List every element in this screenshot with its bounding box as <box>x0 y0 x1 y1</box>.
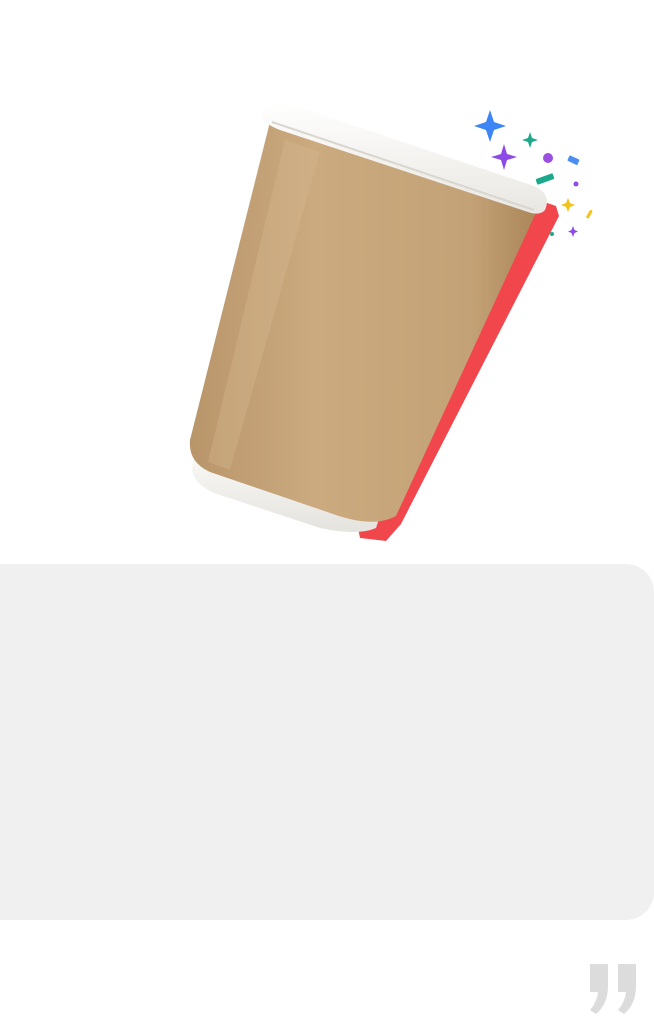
confetti-dot-purple <box>543 153 553 163</box>
page <box>0 0 654 1016</box>
hero-image <box>0 0 654 560</box>
confetti-star-green <box>522 132 538 148</box>
confetti-strip-blue <box>567 155 580 165</box>
confetti-strip-yellow <box>586 209 593 219</box>
content-panel <box>0 564 654 920</box>
closing-quote-icon <box>584 964 644 1016</box>
confetti-star-small-purple <box>568 226 578 237</box>
confetti-star-purple <box>491 144 517 170</box>
confetti-dot-small-purple <box>573 181 579 187</box>
confetti-strip-teal <box>535 173 555 185</box>
confetti-star-blue <box>474 110 506 142</box>
coffee-cup-illustration <box>189 102 593 541</box>
confetti-star-yellow <box>561 198 575 212</box>
confetti-dot-teal <box>550 232 554 236</box>
